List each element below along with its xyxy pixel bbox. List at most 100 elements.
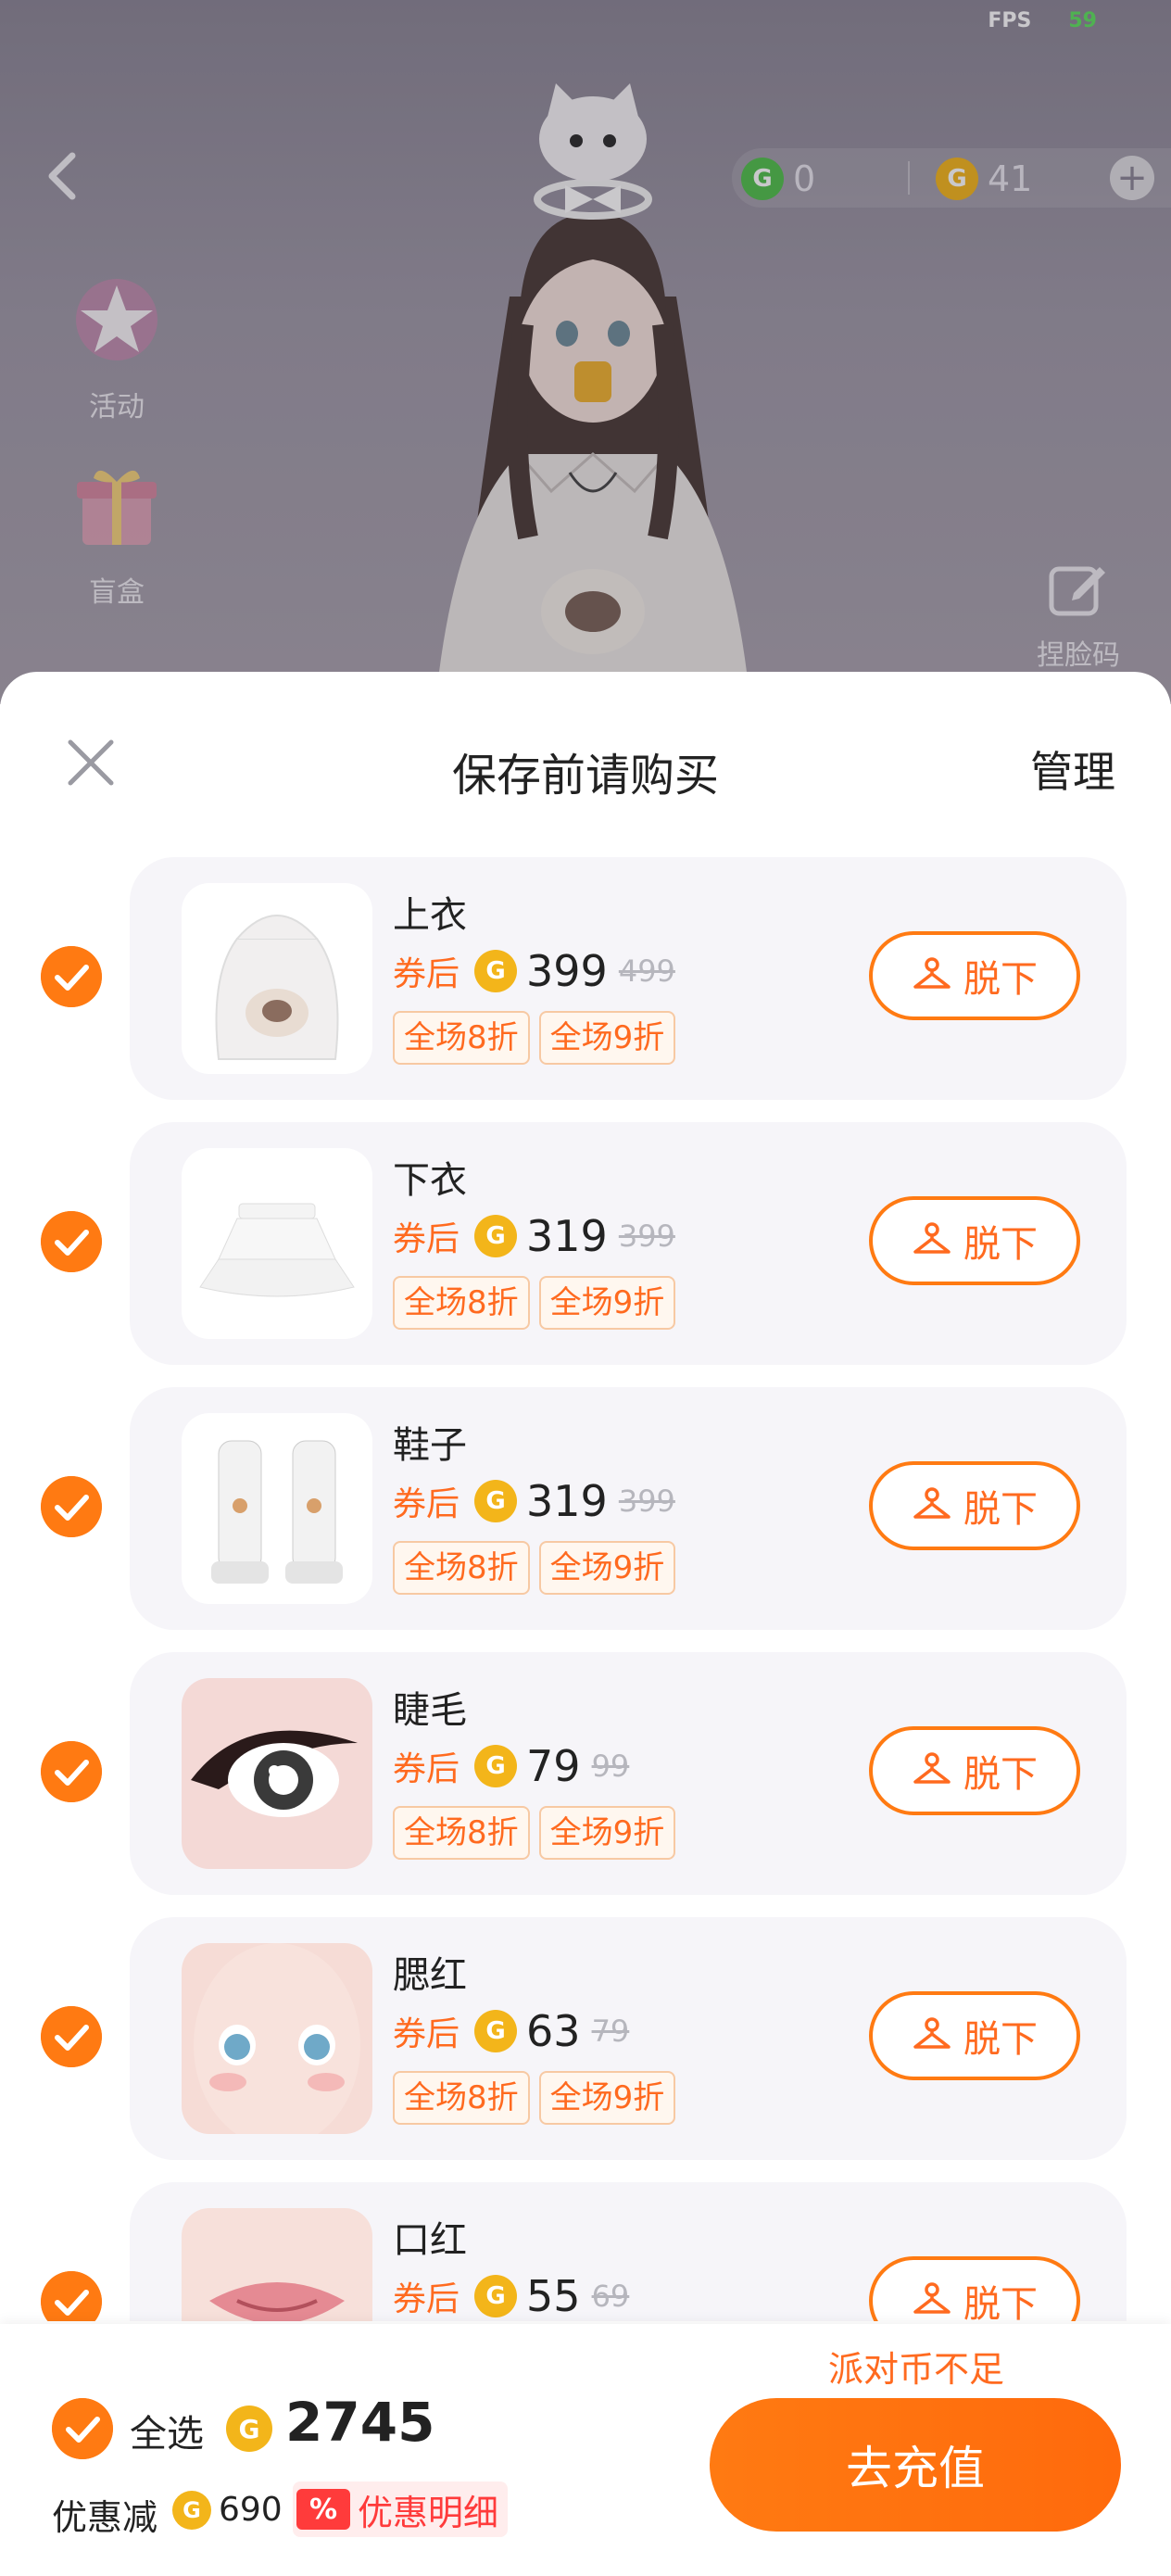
after-coupon-label: 券后 <box>393 1485 460 1523</box>
item-card[interactable]: 腮红 券后 G 63 79 全场8折 全场9折 脱下 <box>130 1917 1127 2160</box>
item-price: 399 <box>526 946 608 996</box>
discount-tag: 全场9折 <box>538 2071 676 2125</box>
recharge-button[interactable]: 去充值 <box>710 2398 1121 2532</box>
item-original-price: 399 <box>618 1219 675 1254</box>
list-item: 上衣 券后 G 399 499 全场8折 全场9折 脱下 <box>0 857 1171 1100</box>
take-off-button[interactable]: 脱下 <box>869 1991 1080 2080</box>
select-all-checkbox-icon[interactable] <box>52 2398 113 2459</box>
item-original-price: 79 <box>591 2014 630 2049</box>
price-line: 券后 G 399 499 <box>393 946 675 996</box>
take-off-label: 脱下 <box>963 2283 1038 2321</box>
hoodie-thumb <box>182 883 372 1074</box>
select-all-label[interactable]: 全选 <box>130 2404 204 2457</box>
boots-thumb <box>182 1413 372 1604</box>
discount-tag: 全场9折 <box>538 1276 676 1330</box>
price-line: 券后 G 319 399 <box>393 1476 675 1526</box>
checkout-footer: 派对币不足 全选 G 2745 优惠减 G 690 % 优惠明细 去充值 <box>0 2324 1171 2576</box>
discount-tag: 全场9折 <box>538 1011 676 1065</box>
item-price: 79 <box>526 1741 581 1791</box>
item-name: 上衣 <box>393 894 467 937</box>
item-name: 睫毛 <box>393 1689 467 1732</box>
gold-coin-icon: G <box>474 2275 518 2317</box>
checkbox-checked-icon[interactable] <box>41 1741 102 1802</box>
insufficient-coins-notice: 派对币不足 <box>828 2349 1005 2390</box>
list-item: 睫毛 券后 G 79 99 全场8折 全场9折 脱下 <box>0 1652 1171 1895</box>
purchase-sheet: 保存前请购买 管理 上衣 券后 G 399 499 全场8折 全场9折 脱下 下… <box>0 672 1171 2576</box>
take-off-button[interactable]: 脱下 <box>869 2256 1080 2321</box>
after-coupon-label: 券后 <box>393 1750 460 1788</box>
gold-coin-icon: G <box>474 2010 518 2052</box>
checkbox-checked-icon[interactable] <box>41 1476 102 1537</box>
take-off-button[interactable]: 脱下 <box>869 1461 1080 1550</box>
item-original-price: 499 <box>618 953 675 989</box>
item-card[interactable]: 口红 券后 G 55 69 全场8折 全场9折 脱下 <box>130 2182 1127 2321</box>
item-original-price: 99 <box>591 1749 630 1784</box>
gold-coin-icon: G <box>474 950 518 992</box>
after-coupon-label: 券后 <box>393 1220 460 1258</box>
item-price: 319 <box>526 1211 608 1261</box>
take-off-button[interactable]: 脱下 <box>869 1196 1080 1285</box>
discount-tag: 全场8折 <box>393 1011 530 1065</box>
list-item: 下衣 券后 G 319 399 全场8折 全场9折 脱下 <box>0 1122 1171 1365</box>
item-card[interactable]: 上衣 券后 G 399 499 全场8折 全场9折 脱下 <box>130 857 1127 1100</box>
take-off-button[interactable]: 脱下 <box>869 1726 1080 1815</box>
discount-value: 690 <box>219 2491 283 2529</box>
take-off-label: 脱下 <box>963 1488 1038 1531</box>
scene-dim-overlay[interactable] <box>0 0 1171 704</box>
item-price: 319 <box>526 1476 608 1526</box>
recharge-label: 去充值 <box>846 2442 985 2495</box>
price-line: 券后 G 63 79 <box>393 2006 629 2056</box>
list-item: 鞋子 券后 G 319 399 全场8折 全场9折 脱下 <box>0 1387 1171 1630</box>
take-off-label: 脱下 <box>963 2018 1038 2061</box>
discount-tag: 全场9折 <box>538 1541 676 1595</box>
game-scene: FPS 59 G 0 G 41 + 活动 盲盒 捏脸码 <box>0 0 1171 704</box>
hanger-icon <box>913 1752 951 1784</box>
skirt-thumb <box>182 1148 372 1339</box>
checkbox-checked-icon[interactable] <box>41 2271 102 2321</box>
item-name: 鞋子 <box>393 1424 467 1467</box>
discount-tags: 全场8折 全场9折 <box>393 1276 676 1330</box>
discount-tag: 全场8折 <box>393 2071 530 2125</box>
discount-tags: 全场8折 全场9折 <box>393 1541 676 1595</box>
after-coupon-label: 券后 <box>393 955 460 993</box>
hanger-icon <box>913 957 951 989</box>
item-price: 63 <box>526 2006 581 2056</box>
checkbox-checked-icon[interactable] <box>41 1211 102 1272</box>
checkbox-checked-icon[interactable] <box>41 946 102 1007</box>
after-coupon-label: 券后 <box>393 2280 460 2318</box>
manage-button[interactable]: 管理 <box>1030 739 1115 800</box>
discount-label: 优惠减 <box>52 2497 158 2538</box>
gold-coin-icon: G <box>172 2491 211 2530</box>
total-price: 2745 <box>285 2391 435 2454</box>
eyelash-thumb <box>182 1678 372 1869</box>
blush-thumb <box>182 1943 372 2134</box>
item-name: 下衣 <box>393 1159 467 1202</box>
price-line: 券后 G 79 99 <box>393 1741 629 1791</box>
hanger-icon <box>913 1222 951 1254</box>
take-off-label: 脱下 <box>963 1223 1038 1266</box>
discount-tag: 全场9折 <box>538 1806 676 1860</box>
gold-coin-icon: G <box>474 1215 518 1257</box>
item-card[interactable]: 下衣 券后 G 319 399 全场8折 全场9折 脱下 <box>130 1122 1127 1365</box>
discount-tags: 全场8折 全场9折 <box>393 2071 676 2125</box>
item-original-price: 399 <box>618 1484 675 1519</box>
discount-tags: 全场8折 全场9折 <box>393 1806 676 1860</box>
item-list[interactable]: 上衣 券后 G 399 499 全场8折 全场9折 脱下 下衣 券后 G 319… <box>0 857 1171 2321</box>
hanger-icon <box>913 2017 951 2049</box>
take-off-button[interactable]: 脱下 <box>869 931 1080 1020</box>
percent-tag-icon: % <box>296 2489 350 2530</box>
checkbox-checked-icon[interactable] <box>41 2006 102 2067</box>
item-card[interactable]: 鞋子 券后 G 319 399 全场8折 全场9折 脱下 <box>130 1387 1127 1630</box>
discount-tag: 全场8折 <box>393 1541 530 1595</box>
discount-detail-button[interactable]: % 优惠明细 <box>293 2481 509 2537</box>
gold-coin-icon: G <box>474 1745 518 1787</box>
item-card[interactable]: 睫毛 券后 G 79 99 全场8折 全场9折 脱下 <box>130 1652 1127 1895</box>
take-off-label: 脱下 <box>963 958 1038 1001</box>
list-item: 口红 券后 G 55 69 全场8折 全场9折 脱下 <box>0 2182 1171 2321</box>
item-name: 腮红 <box>393 1954 467 1997</box>
discount-tag: 全场8折 <box>393 1806 530 1860</box>
price-line: 券后 G 55 69 <box>393 2271 629 2321</box>
list-item: 腮红 券后 G 63 79 全场8折 全场9折 脱下 <box>0 1917 1171 2160</box>
item-original-price: 69 <box>591 2279 630 2314</box>
gold-coin-icon: G <box>474 1480 518 1522</box>
